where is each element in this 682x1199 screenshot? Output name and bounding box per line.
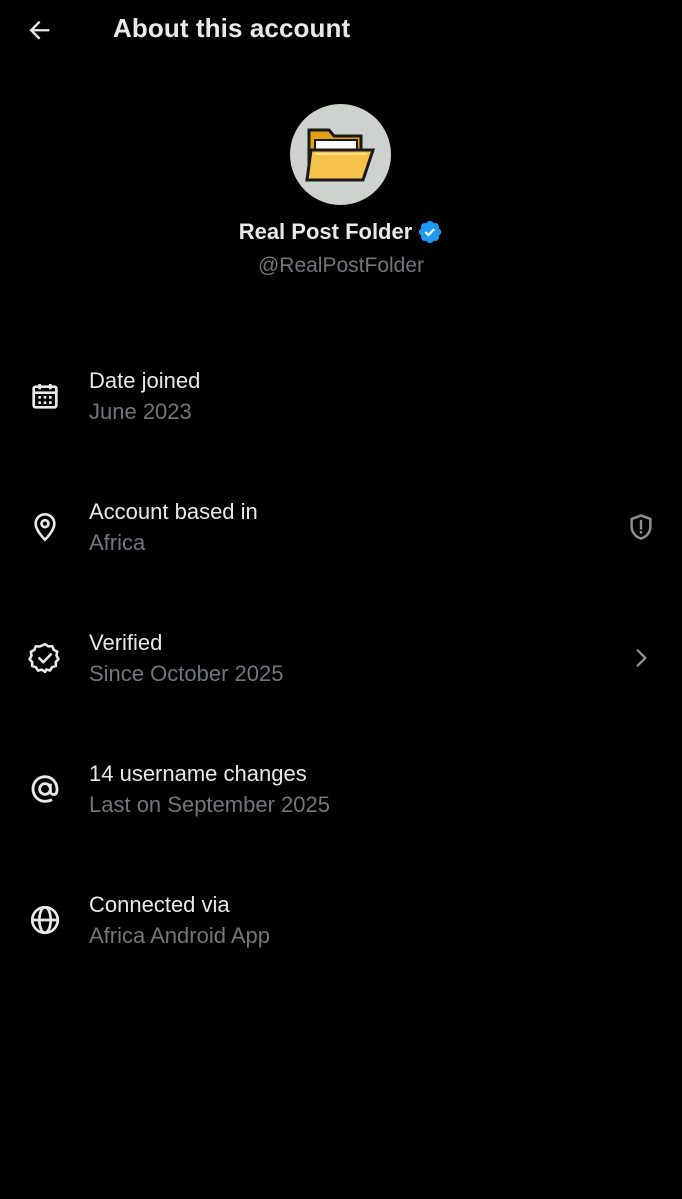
row-label: Verified (89, 630, 163, 655)
row-label: Date joined (89, 368, 201, 393)
avatar[interactable] (290, 104, 391, 205)
location-pin-icon (25, 507, 65, 547)
row-label: 14 username changes (89, 761, 307, 786)
at-sign-icon (25, 769, 65, 809)
row-label: Connected via (89, 892, 230, 917)
row-username-changes: 14 username changes Last on September 20… (0, 739, 682, 839)
verified-badge-icon (417, 219, 443, 245)
shield-icon[interactable] (622, 508, 660, 546)
display-name: Real Post Folder (238, 219, 413, 244)
chevron-right-icon[interactable] (622, 639, 660, 677)
open-folder-icon (304, 128, 375, 181)
back-button[interactable] (22, 12, 58, 48)
arrow-left-icon (29, 20, 50, 40)
row-account-based-in: Account based in Africa (0, 477, 682, 577)
user-handle: @RealPostFolder (257, 254, 425, 277)
page-title: About this account (113, 13, 351, 43)
row-value: Africa Android App (89, 923, 271, 948)
row-date-joined: Date joined June 2023 (0, 346, 682, 446)
calendar-icon (25, 376, 65, 416)
row-label: Account based in (89, 499, 258, 524)
profile-name-row: Real Post Folder (0, 219, 682, 245)
row-value: Last on September 2025 (89, 792, 330, 817)
row-value: Africa (89, 530, 146, 555)
globe-icon (25, 900, 65, 940)
row-value: Since October 2025 (89, 661, 284, 686)
top-app-bar: About this account (0, 0, 682, 60)
row-connected-via: Connected via Africa Android App (0, 870, 682, 970)
row-value: June 2023 (89, 399, 192, 424)
row-verified[interactable]: Verified Since October 2025 (0, 608, 682, 708)
verified-badge-icon (25, 638, 65, 678)
